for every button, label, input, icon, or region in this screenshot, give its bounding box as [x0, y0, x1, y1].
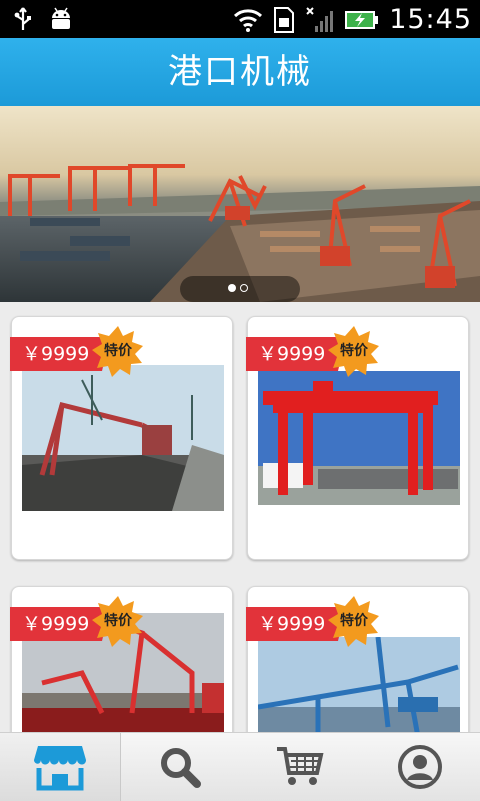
banner-image [0, 106, 480, 302]
product-card[interactable]: ￥9999 特价 [10, 316, 233, 560]
product-image [258, 637, 460, 732]
clock: 15:45 [389, 4, 472, 35]
status-bar: 15:45 [0, 0, 480, 38]
tab-cart[interactable] [240, 733, 360, 801]
carousel-dot[interactable] [240, 284, 248, 292]
sim-card-icon [274, 6, 295, 33]
android-debug-icon [52, 7, 70, 29]
tab-search[interactable] [120, 733, 240, 801]
bottom-tab-bar [0, 732, 480, 801]
usb-icon [14, 7, 31, 30]
product-image [22, 365, 224, 511]
special-offer-badge-icon [92, 596, 143, 647]
search-icon [161, 748, 201, 788]
special-offer-badge-icon [328, 326, 379, 377]
special-offer-badge-icon [328, 596, 379, 647]
tab-store[interactable] [0, 733, 121, 801]
product-card[interactable]: ￥9999 特价 [10, 586, 233, 732]
product-image [258, 371, 460, 505]
tab-profile[interactable] [360, 733, 480, 801]
banner-carousel[interactable] [0, 106, 480, 302]
battery-charging-icon [345, 10, 379, 29]
carousel-dot-active[interactable] [228, 284, 236, 292]
special-offer-badge-icon [92, 326, 143, 377]
cart-icon [277, 747, 324, 785]
app-header: 港口机械 [0, 38, 480, 106]
carousel-indicator [180, 276, 300, 302]
wifi-icon [234, 8, 263, 32]
product-grid: ￥9999 特价 ￥9999 特价 ￥9999 特价 ￥9999 特价 [0, 302, 480, 732]
store-icon [34, 746, 86, 791]
page-title: 港口机械 [168, 52, 312, 92]
product-card[interactable]: ￥9999 特价 [246, 586, 469, 732]
product-card[interactable]: ￥9999 特价 [246, 316, 469, 560]
signal-no-service-icon [306, 6, 334, 32]
profile-icon [398, 745, 442, 789]
